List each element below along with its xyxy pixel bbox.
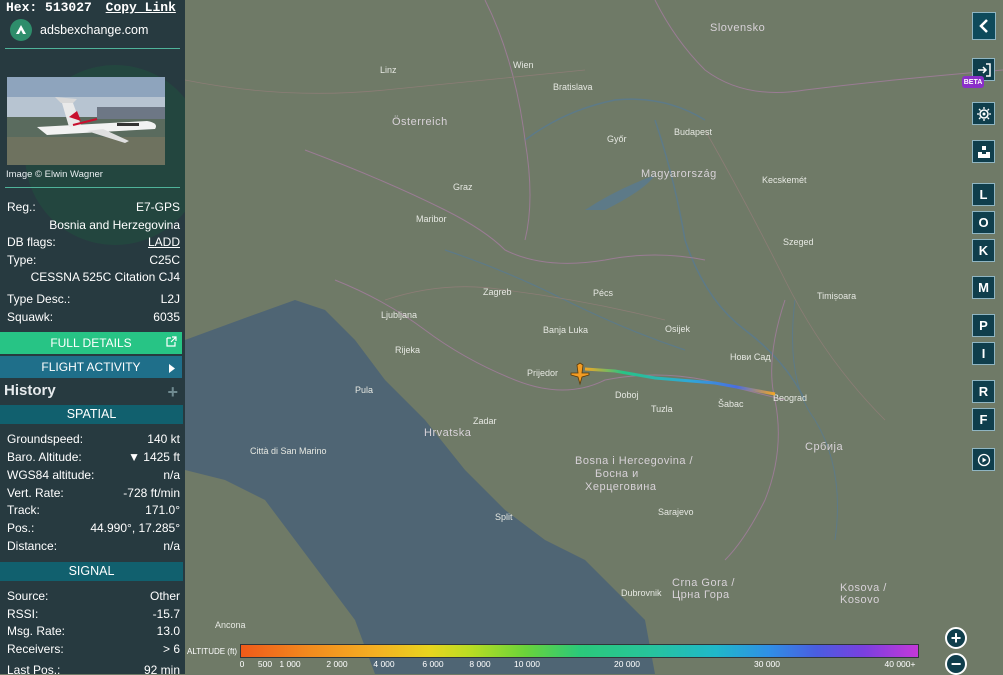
detail-row: Squawk: 6035 xyxy=(7,310,180,324)
signal-row: Source: Other xyxy=(7,589,180,603)
detail-row: Reg.: E7-GPS xyxy=(7,200,180,214)
legend-tick: 0 xyxy=(239,659,245,669)
detail-row: DB flags: LADD xyxy=(7,234,180,250)
altitude-legend: ALTITUDE (ft) 0 500 1 000 2 000 4 000 6 … xyxy=(187,642,919,670)
aircraft-marker-icon[interactable] xyxy=(568,362,592,386)
brand-name: adsbexchange.com xyxy=(40,23,149,37)
legend-tick: 40 000+ xyxy=(884,659,916,669)
signal-row: RSSI: -15.7 xyxy=(7,607,180,621)
flight-track xyxy=(584,367,776,396)
signal-header: SIGNAL xyxy=(0,562,183,581)
detail-row: Bosnia and Herzegovina xyxy=(49,218,180,232)
zoom-in-button[interactable]: + xyxy=(945,627,967,649)
detail-row: Type Desc.: L2J xyxy=(7,292,180,306)
spatial-row: Vert. Rate: -728 ft/min xyxy=(7,486,180,500)
aircraft-photo[interactable] xyxy=(7,77,165,165)
chevron-right-icon xyxy=(169,362,175,376)
divider xyxy=(5,187,180,188)
toggle-L-button[interactable]: L xyxy=(972,183,995,206)
spatial-row: Groundspeed: 140 kt xyxy=(7,432,180,446)
legend-tick: 1 000 xyxy=(279,659,301,669)
hex-line: Hex: 513027 Copy Link xyxy=(6,0,176,15)
layers-button[interactable] xyxy=(972,140,995,163)
hex-label: Hex: xyxy=(6,0,38,15)
external-link-icon xyxy=(166,336,177,350)
legend-tick: 2 000 xyxy=(326,659,348,669)
spatial-row: Distance: n/a xyxy=(7,539,180,553)
spatial-row: Baro. Altitude: ▼ 1425 ft xyxy=(7,450,180,464)
altitude-legend-title: ALTITUDE (ft) xyxy=(187,647,238,656)
legend-tick: 4 000 xyxy=(373,659,395,669)
settings-gear-button[interactable] xyxy=(972,102,995,125)
toggle-M-button[interactable]: M xyxy=(972,276,995,299)
toggle-F-button[interactable]: F xyxy=(972,408,995,431)
signal-row: Msg. Rate: 13.0 xyxy=(7,624,180,638)
legend-tick: 30 000 xyxy=(754,659,780,669)
full-details-button[interactable]: FULL DETAILS xyxy=(0,332,182,354)
brand-link[interactable]: adsbexchange.com xyxy=(10,18,148,42)
detail-row: CESSNA 525C Citation CJ4 xyxy=(30,270,180,284)
legend-tick: 10 000 xyxy=(514,659,540,669)
signal-row: Last Pos.: 92 min xyxy=(7,663,180,674)
ladd-flag-link[interactable]: LADD xyxy=(148,234,180,250)
flight-activity-button[interactable]: FLIGHT ACTIVITY xyxy=(0,356,182,378)
photo-credit: Image © Elwin Wagner xyxy=(6,169,103,180)
spatial-row: Track: 171.0° xyxy=(7,503,180,517)
toggle-P-button[interactable]: P xyxy=(972,314,995,337)
expand-plus-icon[interactable]: + xyxy=(167,382,178,403)
spatial-row: Pos.: 44.990°, 17.285° xyxy=(7,521,180,535)
copy-link[interactable]: Copy Link xyxy=(106,0,176,15)
map-view[interactable]: Österreich Magyarország Hrvatska Bosna i… xyxy=(185,0,1003,674)
spatial-header: SPATIAL xyxy=(0,405,183,424)
collapse-sidebar-button[interactable] xyxy=(972,12,996,40)
beta-badge: BETA xyxy=(962,76,984,88)
toggle-R-button[interactable]: R xyxy=(972,380,995,403)
toggle-O-button[interactable]: O xyxy=(972,211,995,234)
legend-tick: 20 000 xyxy=(614,659,640,669)
signal-row: Receivers: > 6 xyxy=(7,642,180,656)
legend-tick: 500 xyxy=(257,659,273,669)
history-heading[interactable]: History + xyxy=(4,382,180,402)
spatial-row: WGS84 altitude: n/a xyxy=(7,468,180,482)
hex-value: 513027 xyxy=(45,0,92,15)
zoom-out-button[interactable]: − xyxy=(945,653,967,675)
toggle-I-button[interactable]: I xyxy=(972,342,995,365)
info-sidebar: Hex: 513027 Copy Link adsbexchange.com I… xyxy=(0,0,185,674)
legend-tick: 8 000 xyxy=(469,659,491,669)
legend-tick: 6 000 xyxy=(422,659,444,669)
altitude-color-scale xyxy=(240,644,919,658)
toggle-K-button[interactable]: K xyxy=(972,239,995,262)
divider xyxy=(5,48,180,49)
adsbx-logo-icon xyxy=(10,19,32,41)
replay-button[interactable] xyxy=(972,448,995,471)
detail-row: Type: C25C xyxy=(7,253,180,267)
